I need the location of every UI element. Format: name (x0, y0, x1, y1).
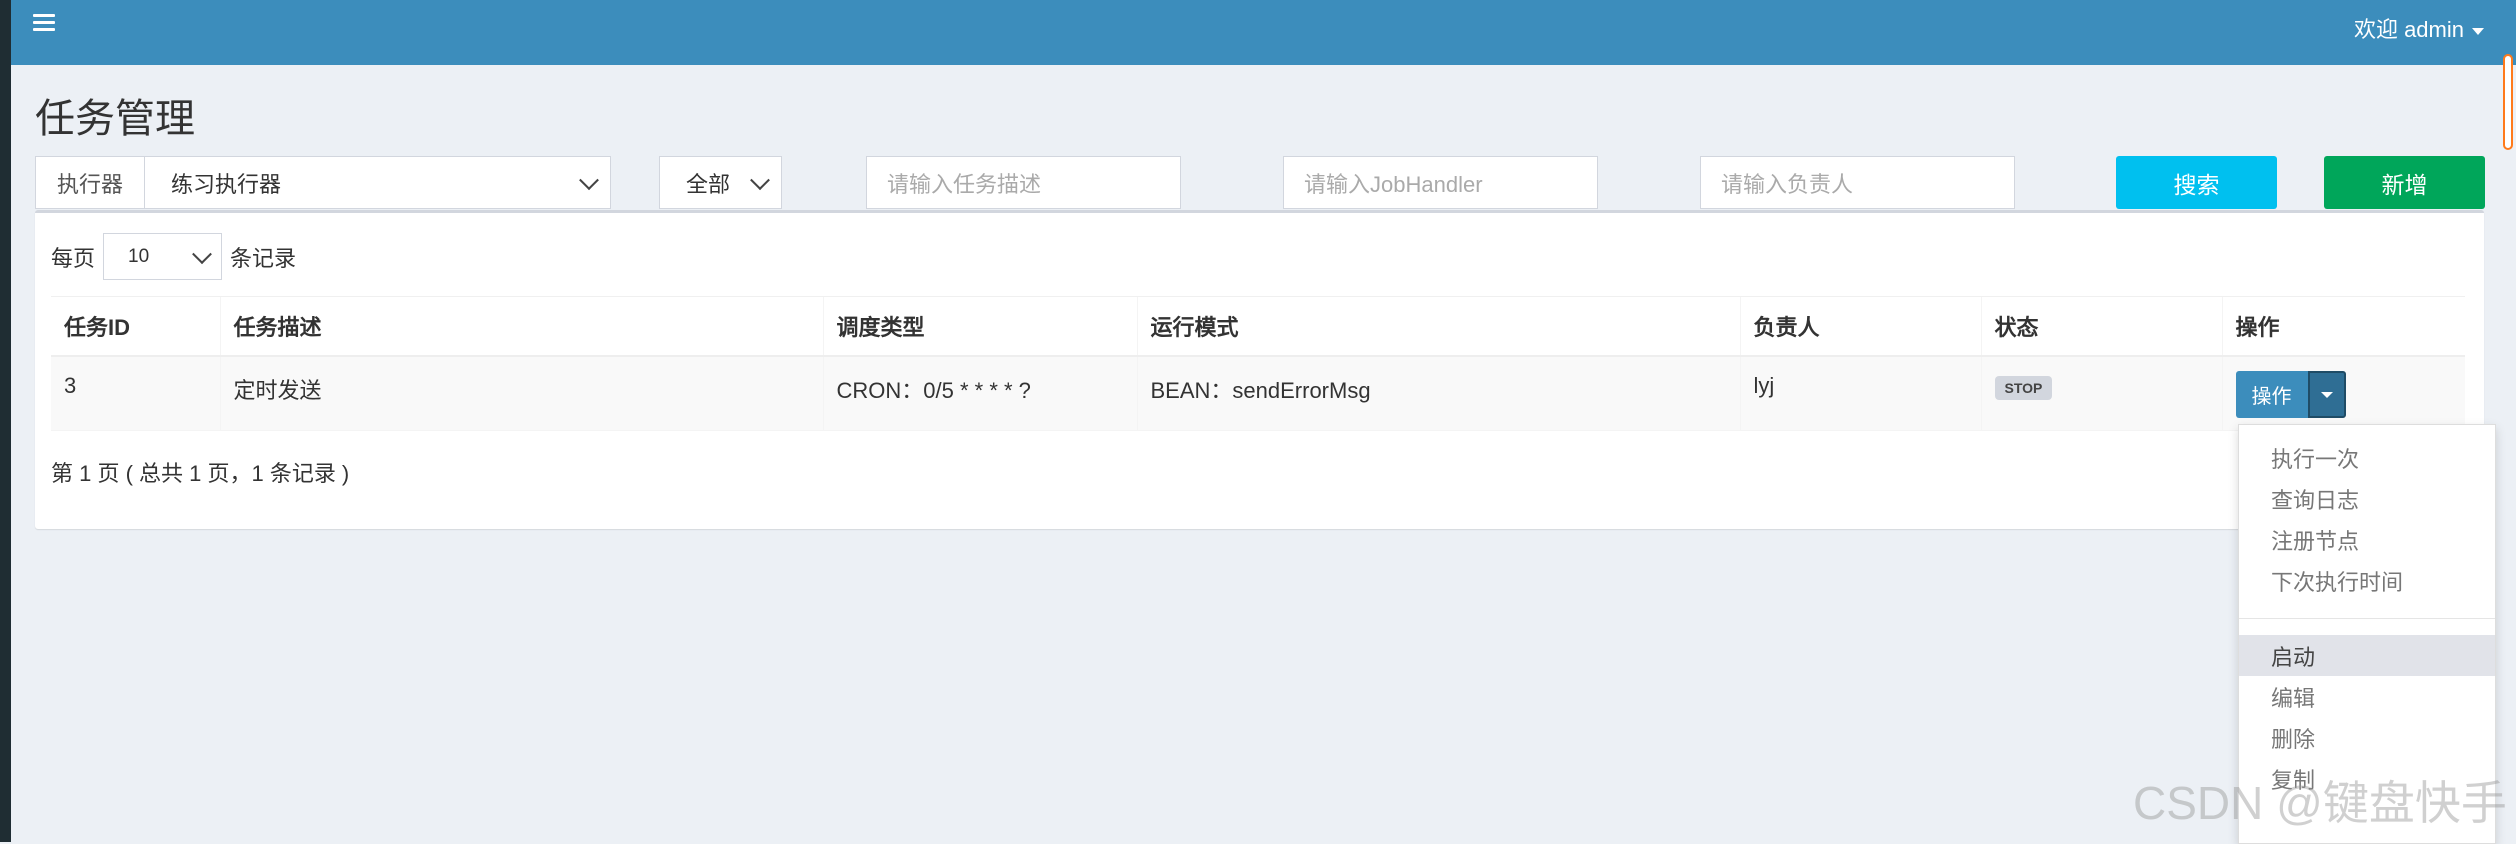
menu-toggle-icon[interactable] (33, 14, 55, 34)
column-header-status[interactable]: 状态 (1980, 296, 2222, 357)
job-desc-input[interactable]: 请输入任务描述 (866, 156, 1181, 209)
author-placeholder: 请输入负责人 (1721, 171, 1854, 197)
executor-select-value: 练习执行器 (171, 171, 282, 197)
job-handler-placeholder: 请输入JobHandler (1304, 171, 1483, 197)
chevron-down-icon (579, 169, 599, 190)
page-size-prefix: 每页 (51, 245, 96, 271)
pagination-info: 第 1 页 ( 总共 1 页，1 条记录 ) (51, 461, 350, 486)
cell-id: 3 (51, 356, 220, 431)
user-menu-label: 欢迎 admin (2353, 17, 2464, 42)
status-select-value: 全部 (686, 171, 731, 197)
menu-item-trigger-once[interactable]: 执行一次 (2239, 437, 2495, 478)
table-row: 3 定时发送 CRON：0/5 * * * * ? BEAN：sendError… (51, 356, 2465, 431)
column-header-mode[interactable]: 运行模式 (1136, 296, 1740, 357)
job-desc-placeholder: 请输入任务描述 (887, 171, 1042, 197)
user-menu[interactable]: 欢迎 admin (2354, 12, 2484, 44)
add-job-button[interactable]: 新增 (2324, 156, 2485, 209)
page-title: 任务管理 (35, 97, 195, 141)
executor-select[interactable]: 练习执行器 (145, 157, 610, 208)
menu-item-edit[interactable]: 编辑 (2239, 676, 2495, 717)
page-size-suffix: 条记录 (230, 245, 297, 271)
menu-item-delete[interactable]: 删除 (2239, 717, 2495, 758)
cell-mode: BEAN：sendErrorMsg (1136, 356, 1740, 431)
cell-actions: 操作 (2221, 356, 2465, 431)
chevron-down-icon (192, 243, 212, 264)
cell-desc: 定时发送 (219, 356, 823, 431)
column-header-actions: 操作 (2221, 296, 2465, 357)
column-header-author[interactable]: 负责人 (1739, 296, 1981, 357)
executor-label: 执行器 (36, 157, 145, 208)
chevron-down-icon (750, 169, 770, 190)
scrollbar[interactable] (2500, 52, 2516, 842)
search-button[interactable]: 搜索 (2116, 156, 2277, 209)
cell-schedule: CRON：0/5 * * * * ? (822, 356, 1137, 431)
author-input[interactable]: 请输入负责人 (1700, 156, 2015, 209)
caret-down-icon (2320, 391, 2333, 398)
top-navbar: 欢迎 admin (11, 0, 2516, 65)
job-table: 任务ID 任务描述 调度类型 运行模式 负责人 状态 操作 3 定时发送 CRO… (51, 296, 2465, 431)
table-header-row: 任务ID 任务描述 调度类型 运行模式 负责人 状态 操作 (51, 296, 2465, 357)
cell-author: lyj (1739, 356, 1981, 431)
left-edge (0, 0, 11, 842)
cell-status: STOP (1980, 356, 2222, 431)
caret-down-icon (2472, 27, 2484, 35)
job-handler-input[interactable]: 请输入JobHandler (1283, 156, 1598, 209)
job-table-box: 每页 10 条记录 任务ID 任务描述 调度类型 运行模式 负责人 状态 操作 … (35, 210, 2484, 529)
scrollbar-thumb[interactable] (2503, 54, 2513, 150)
action-dropdown-toggle[interactable] (2307, 371, 2346, 418)
menu-item-next-trigger-time[interactable]: 下次执行时间 (2239, 560, 2495, 601)
page-size-value: 10 (128, 245, 150, 267)
menu-item-registry-nodes[interactable]: 注册节点 (2239, 519, 2495, 560)
executor-filter[interactable]: 执行器 练习执行器 (35, 156, 611, 209)
action-button[interactable]: 操作 (2235, 371, 2308, 418)
column-header-id[interactable]: 任务ID (51, 296, 220, 357)
menu-divider (2239, 618, 2495, 619)
menu-item-start[interactable]: 启动 (2239, 635, 2495, 676)
status-select[interactable]: 全部 (659, 156, 782, 209)
column-header-desc[interactable]: 任务描述 (219, 296, 823, 357)
column-header-schedule[interactable]: 调度类型 (822, 296, 1137, 357)
status-badge: STOP (1994, 376, 2053, 400)
page-size-control: 每页 10 条记录 (51, 233, 296, 280)
menu-item-query-log[interactable]: 查询日志 (2239, 478, 2495, 519)
page-size-select[interactable]: 10 (103, 233, 223, 280)
watermark: CSDN @键盘快手 (2133, 777, 2507, 829)
action-button-group: 操作 (2235, 371, 2346, 418)
